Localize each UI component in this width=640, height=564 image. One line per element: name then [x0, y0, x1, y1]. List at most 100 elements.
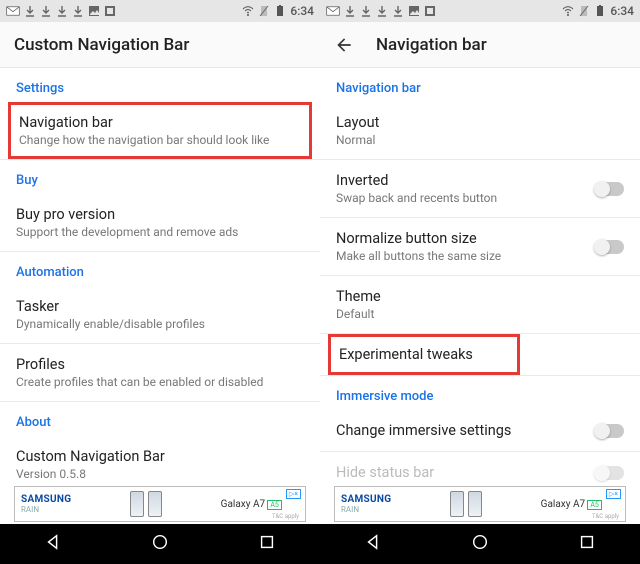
download-icon — [40, 5, 52, 17]
app-bar: Navigation bar — [320, 22, 640, 68]
item-title: Tasker — [16, 298, 304, 315]
content-right[interactable]: Navigation bar Layout Normal Inverted Sw… — [320, 68, 640, 486]
item-title: Buy pro version — [16, 206, 304, 223]
download-icon — [392, 5, 404, 17]
item-theme[interactable]: Theme Default — [320, 276, 640, 333]
image-icon — [408, 5, 420, 17]
item-inverted[interactable]: Inverted Swap back and recents button — [320, 160, 640, 217]
recents-button[interactable] — [578, 533, 596, 555]
section-header-navbar: Navigation bar — [320, 68, 640, 102]
toggle-change-immersive[interactable] — [596, 424, 624, 438]
battery-icon — [594, 5, 606, 17]
item-subtitle: Normal — [336, 133, 624, 147]
system-nav-bar — [320, 524, 640, 564]
no-sim-icon — [578, 5, 590, 17]
toggle-normalize[interactable] — [596, 240, 624, 254]
item-subtitle: Default — [336, 307, 624, 321]
item-subtitle: Support the development and remove ads — [16, 225, 304, 239]
item-experimental[interactable]: Experimental tweaks — [328, 334, 520, 375]
phone-icon — [468, 491, 482, 517]
item-title: Custom Navigation Bar — [16, 448, 304, 465]
recents-button[interactable] — [258, 533, 276, 555]
back-button[interactable] — [44, 533, 62, 555]
home-button[interactable] — [471, 533, 489, 555]
item-change-immersive[interactable]: Change immersive settings — [320, 410, 640, 451]
section-header-immersive: Immersive mode — [320, 376, 640, 410]
item-title: Change immersive settings — [336, 422, 596, 439]
item-buy-pro[interactable]: Buy pro version Support the development … — [0, 194, 320, 251]
status-right: 6:34 — [562, 4, 634, 18]
clock: 6:34 — [290, 4, 314, 18]
image-icon — [88, 5, 100, 17]
clock: 6:34 — [610, 4, 634, 18]
download-icon — [344, 5, 356, 17]
ad-badge[interactable]: ▷× — [606, 489, 621, 499]
item-hide-status-bar[interactable]: Hide status bar — [320, 452, 640, 483]
ad-brand: SAMSUNG — [335, 494, 391, 505]
item-title: Inverted — [336, 172, 596, 189]
status-bar: 6:34 — [0, 0, 320, 22]
ad-rain: RAIN — [15, 505, 71, 514]
item-layout[interactable]: Layout Normal — [320, 102, 640, 159]
wifi-icon — [562, 5, 574, 17]
ad-brand: SAMSUNG — [15, 494, 71, 505]
download-icon — [24, 5, 36, 17]
item-normalize[interactable]: Normalize button size Make all buttons t… — [320, 218, 640, 275]
status-left — [326, 5, 436, 17]
toggle-inverted[interactable] — [596, 182, 624, 196]
page-title: Custom Navigation Bar — [14, 35, 189, 55]
item-title: Theme — [336, 288, 624, 305]
download-icon — [72, 5, 84, 17]
item-title: Hide status bar — [336, 464, 596, 481]
download-icon — [360, 5, 372, 17]
back-button[interactable] — [364, 533, 382, 555]
ad-model: Galaxy A7 — [221, 499, 265, 510]
ad-sub: T&C apply — [592, 513, 619, 520]
home-button[interactable] — [151, 533, 169, 555]
item-subtitle: Create profiles that can be enabled or d… — [16, 375, 304, 389]
ad-mid — [71, 491, 220, 517]
ad-sub: T&C apply — [272, 513, 299, 520]
status-right: 6:34 — [242, 4, 314, 18]
item-about-app[interactable]: Custom Navigation Bar Version 0.5.8 — [0, 436, 320, 481]
item-subtitle: Swap back and recents button — [336, 191, 596, 205]
toggle-hide-status[interactable] — [596, 466, 624, 480]
page-title: Navigation bar — [376, 35, 487, 55]
ad-badge[interactable]: ▷× — [286, 489, 301, 499]
content-left[interactable]: Settings Navigation bar Change how the n… — [0, 68, 320, 486]
ad-model: Galaxy A7 — [541, 499, 585, 510]
system-nav-bar — [0, 524, 320, 564]
phone-icon — [450, 491, 464, 517]
section-header-about: About — [0, 402, 320, 436]
item-title: Layout — [336, 114, 624, 131]
item-subtitle: Dynamically enable/disable profiles — [16, 317, 304, 331]
phone-icon — [148, 491, 162, 517]
section-header-buy: Buy — [0, 160, 320, 194]
ad-alt: A5 — [587, 500, 602, 510]
back-arrow-icon[interactable] — [334, 35, 354, 55]
section-header-automation: Automation — [0, 252, 320, 286]
no-sim-icon — [258, 5, 270, 17]
item-profiles[interactable]: Profiles Create profiles that can be ena… — [0, 344, 320, 401]
status-left — [6, 5, 116, 17]
ad-banner[interactable]: SAMSUNG RAIN Galaxy A7 A5 ▷× T&C apply — [334, 486, 626, 522]
mail-icon — [326, 6, 340, 16]
ad-banner[interactable]: SAMSUNG RAIN Galaxy A7 A5 ▷× T&C apply — [14, 486, 306, 522]
item-title: Experimental tweaks — [339, 346, 509, 363]
download-icon — [376, 5, 388, 17]
item-subtitle: Change how the navigation bar should loo… — [19, 133, 301, 147]
item-title: Profiles — [16, 356, 304, 373]
item-tasker[interactable]: Tasker Dynamically enable/disable profil… — [0, 286, 320, 343]
item-title: Navigation bar — [19, 114, 301, 131]
app-bar: Custom Navigation Bar — [0, 22, 320, 68]
ad-rain: RAIN — [335, 505, 391, 514]
mail-icon — [6, 6, 20, 16]
status-bar: 6:34 — [320, 0, 640, 22]
wifi-icon — [242, 5, 254, 17]
screenshot-icon — [424, 5, 436, 17]
item-title: Normalize button size — [336, 230, 596, 247]
item-navigation-bar[interactable]: Navigation bar Change how the navigation… — [8, 102, 312, 159]
screen-right: 6:34 Navigation bar Navigation bar Layou… — [320, 0, 640, 564]
screen-left: 6:34 Custom Navigation Bar Settings Navi… — [0, 0, 320, 564]
screenshot-icon — [104, 5, 116, 17]
